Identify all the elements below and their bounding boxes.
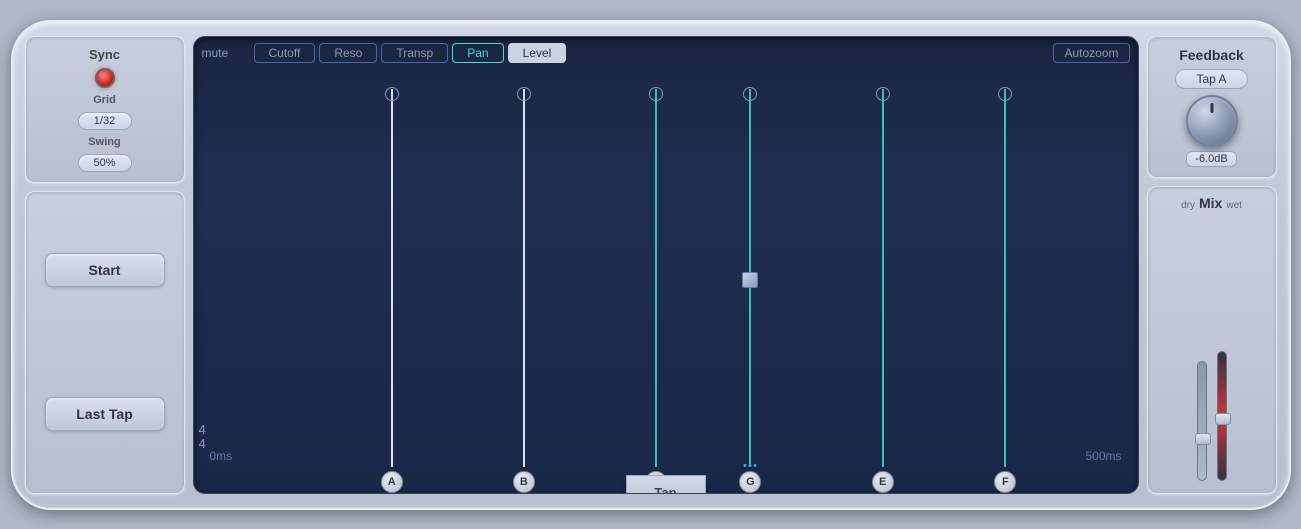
left-panel: Sync Grid 1/32 Swing 50% Start Last Tap xyxy=(25,36,185,494)
tap-bottom-button[interactable]: Tap xyxy=(626,475,706,494)
right-panel: Feedback Tap A -6.0dB dry Mix wet xyxy=(1147,36,1277,494)
tab-reso[interactable]: Reso xyxy=(319,43,377,63)
display-header: mute Cutoff Reso Transp Pan Level Autozo… xyxy=(194,37,1138,69)
tap-node-G[interactable]: G xyxy=(739,471,761,493)
tap-dot-2 xyxy=(749,464,752,467)
mix-sliders xyxy=(1154,215,1270,485)
tap-node-label-E[interactable]: E xyxy=(872,471,894,493)
time-start-label: 0ms xyxy=(210,449,233,463)
tap-node-B[interactable]: B xyxy=(513,471,535,493)
tap-a-button[interactable]: Tap A xyxy=(1175,69,1247,89)
mix-header: dry Mix wet xyxy=(1181,195,1242,211)
mute-circle-F[interactable] xyxy=(998,87,1012,101)
tap-dot-3 xyxy=(754,464,757,467)
tap-line-B[interactable] xyxy=(523,89,525,467)
sync-label: Sync xyxy=(89,47,120,62)
plugin-container: Sync Grid 1/32 Swing 50% Start Last Tap … xyxy=(11,20,1291,510)
feedback-knob[interactable] xyxy=(1186,95,1238,147)
tap-dots-G xyxy=(744,464,757,467)
main-display: mute Cutoff Reso Transp Pan Level Autozo… xyxy=(193,36,1139,494)
start-button[interactable]: Start xyxy=(45,253,165,287)
mix-wet-label: wet xyxy=(1226,200,1242,211)
tap-line-C[interactable] xyxy=(655,89,657,467)
mute-circle-B[interactable] xyxy=(517,87,531,101)
knob-container: -6.0dB xyxy=(1186,95,1238,167)
mute-circle-G[interactable] xyxy=(743,87,757,101)
tap-node-label-G[interactable]: G xyxy=(739,471,761,493)
tab-transp[interactable]: Transp xyxy=(381,43,448,63)
mute-circle-C[interactable] xyxy=(649,87,663,101)
tap-node-A[interactable]: A xyxy=(381,471,403,493)
autozoom-button[interactable]: Autozoom xyxy=(1053,43,1129,63)
tap-node-label-F[interactable]: F xyxy=(994,471,1016,493)
grid-value[interactable]: 1/32 xyxy=(78,112,132,130)
tab-level[interactable]: Level xyxy=(508,43,567,63)
swing-value[interactable]: 50% xyxy=(78,154,132,172)
feedback-box: Feedback Tap A -6.0dB xyxy=(1147,36,1277,178)
pan-marker-G[interactable] xyxy=(742,272,758,288)
tap-node-E[interactable]: E xyxy=(872,471,894,493)
time-sig-bottom: 4 xyxy=(199,437,206,451)
sequencer-area[interactable]: 0ms 500ms A B C G xyxy=(194,69,1138,493)
tap-line-A[interactable] xyxy=(391,89,393,467)
mute-circle-A[interactable] xyxy=(385,87,399,101)
tap-line-E[interactable] xyxy=(882,89,884,467)
sync-box: Sync Grid 1/32 Swing 50% xyxy=(25,36,185,183)
wet-slider-track[interactable] xyxy=(1217,351,1227,481)
tap-line-F[interactable] xyxy=(1004,89,1006,467)
time-signature: 4 4 xyxy=(199,423,206,452)
tab-cutoff[interactable]: Cutoff xyxy=(254,43,316,63)
last-tap-button[interactable]: Last Tap xyxy=(45,397,165,431)
feedback-knob-value: -6.0dB xyxy=(1186,151,1236,167)
feedback-title: Feedback xyxy=(1179,47,1244,63)
mix-box: dry Mix wet xyxy=(1147,186,1277,494)
action-box: Start Last Tap xyxy=(25,191,185,494)
dry-slider-track[interactable] xyxy=(1197,361,1207,481)
tab-pan[interactable]: Pan xyxy=(452,43,503,63)
grid-label: Grid xyxy=(93,94,116,106)
time-end-label: 500ms xyxy=(1085,449,1121,463)
time-sig-top: 4 xyxy=(199,423,206,437)
wet-slider-thumb[interactable] xyxy=(1215,413,1231,425)
tap-dot-1 xyxy=(744,464,747,467)
tap-node-F[interactable]: F xyxy=(994,471,1016,493)
mix-title: Mix xyxy=(1199,195,1222,211)
mute-label: mute xyxy=(202,46,242,60)
tap-node-label-B[interactable]: B xyxy=(513,471,535,493)
mix-dry-label: dry xyxy=(1181,200,1195,211)
dry-slider-thumb[interactable] xyxy=(1195,433,1211,445)
sync-led[interactable] xyxy=(95,68,115,88)
tap-node-label-A[interactable]: A xyxy=(381,471,403,493)
swing-label: Swing xyxy=(88,136,120,148)
mute-circle-E[interactable] xyxy=(876,87,890,101)
